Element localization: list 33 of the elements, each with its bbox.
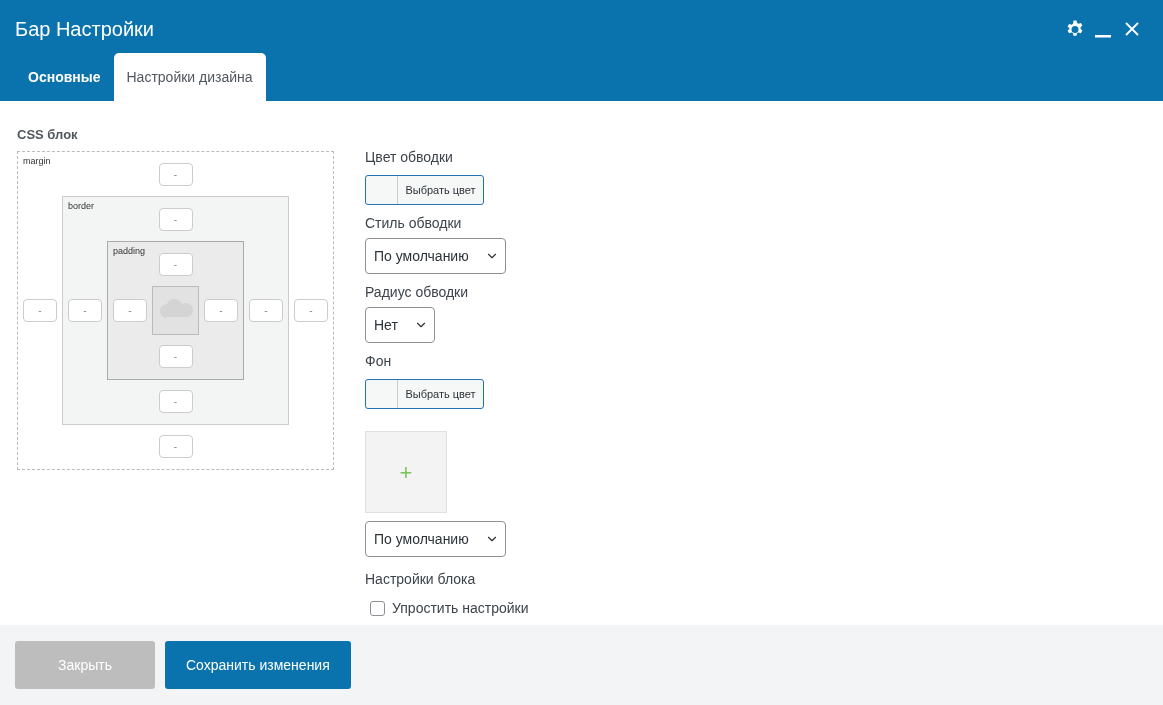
value-field[interactable]: - [23,298,57,322]
section-heading: Настройки блока [365,570,477,589]
footer-button[interactable]: Сохранить изменения [165,641,351,689]
checkbox-label: Упростить настройки [392,599,529,618]
window-title: Бар Настройки [15,17,154,42]
value-field[interactable]: - [158,207,193,231]
value-field[interactable]: - [158,162,193,186]
value-field[interactable]: - [158,252,193,276]
section-title: CSS блок [17,126,79,144]
value-field[interactable]: - [204,298,238,322]
tab[interactable]: Настройки дизайна [113,53,266,101]
checkbox[interactable] [370,601,385,616]
field-label: Стиль обводки [365,214,463,233]
color-picker-button[interactable]: Выбрать цвет [365,379,484,409]
value-field[interactable]: - [294,298,328,322]
value-field[interactable]: - [249,298,283,322]
layer-label: border [68,199,94,213]
dropdown[interactable]: Нет [365,307,435,343]
layer-label: padding [113,244,146,258]
tab[interactable]: Основные [15,53,114,101]
dropdown[interactable]: По умолчанию [365,238,506,274]
field-label: Фон [365,352,393,371]
value-field[interactable]: - [158,434,193,458]
color-picker-button[interactable]: Выбрать цвет [365,175,484,205]
value-field[interactable]: - [158,344,193,368]
field-label: Цвет обводки [365,148,454,167]
dropdown[interactable]: По умолчанию [365,521,506,557]
layer-label: margin [23,154,51,168]
value-field[interactable]: - [68,298,102,322]
settings-icon[interactable] [1065,19,1085,39]
field-label: Радиус обводки [365,283,470,302]
value-field[interactable]: - [158,389,193,413]
value-field[interactable]: - [113,298,147,322]
